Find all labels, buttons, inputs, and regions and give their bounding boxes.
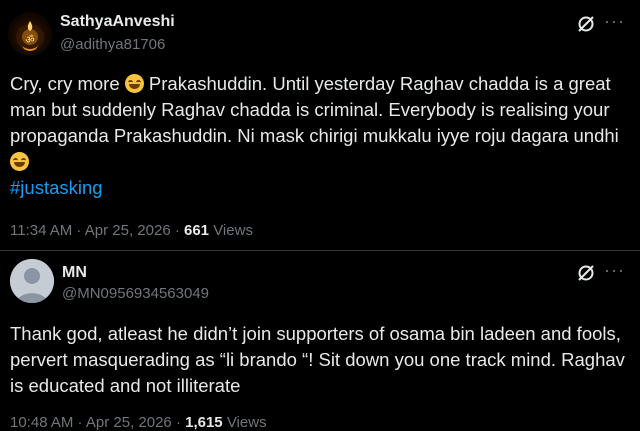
tweet-1[interactable]: ॐ SathyaAnveshi @adithya81706 ··· Cry, c… — [0, 0, 640, 250]
more-icon[interactable]: ··· — [604, 260, 625, 281]
tweet-text: Cry, cry more Prakashuddin. Until yester… — [10, 71, 630, 201]
laughing-emoji-icon — [10, 152, 29, 171]
grok-icon[interactable] — [576, 263, 596, 283]
om-lamp-icon: ॐ — [16, 21, 44, 51]
views-label: Views — [222, 414, 267, 431]
user-handle[interactable]: @adithya81706 — [60, 36, 165, 53]
laughing-emoji-icon — [124, 74, 144, 93]
avatar[interactable] — [10, 259, 54, 303]
tweet-text-part1: Cry, cry more — [10, 73, 125, 94]
avatar[interactable]: ॐ — [8, 12, 52, 56]
tweet-meta: 10:48 AM · Apr 25, 2026 · 1,615 Views — [10, 414, 267, 431]
tweet-meta: 11:34 AM · Apr 25, 2026 · 661 Views — [10, 222, 253, 239]
tweet-2[interactable]: MN @MN0956934563049 ··· Thank god, atlea… — [0, 250, 640, 431]
timestamp[interactable]: 10:48 AM · Apr 25, 2026 · — [10, 414, 185, 431]
views-label: Views — [209, 222, 253, 239]
display-name[interactable]: SathyaAnveshi — [60, 13, 175, 31]
views-count: 661 — [184, 222, 210, 239]
tweet-text: Thank god, atleast he didn’t join suppor… — [10, 323, 625, 396]
default-avatar-icon — [10, 259, 54, 303]
views-count: 1,615 — [185, 414, 223, 431]
user-handle[interactable]: @MN0956934563049 — [62, 285, 209, 302]
grok-icon[interactable] — [576, 14, 596, 34]
svg-text:ॐ: ॐ — [25, 34, 34, 46]
more-icon[interactable]: ··· — [604, 11, 625, 32]
display-name[interactable]: MN — [62, 264, 87, 282]
hashtag-link[interactable]: #justasking — [10, 177, 103, 198]
timestamp[interactable]: 11:34 AM · Apr 25, 2026 · — [10, 222, 184, 239]
